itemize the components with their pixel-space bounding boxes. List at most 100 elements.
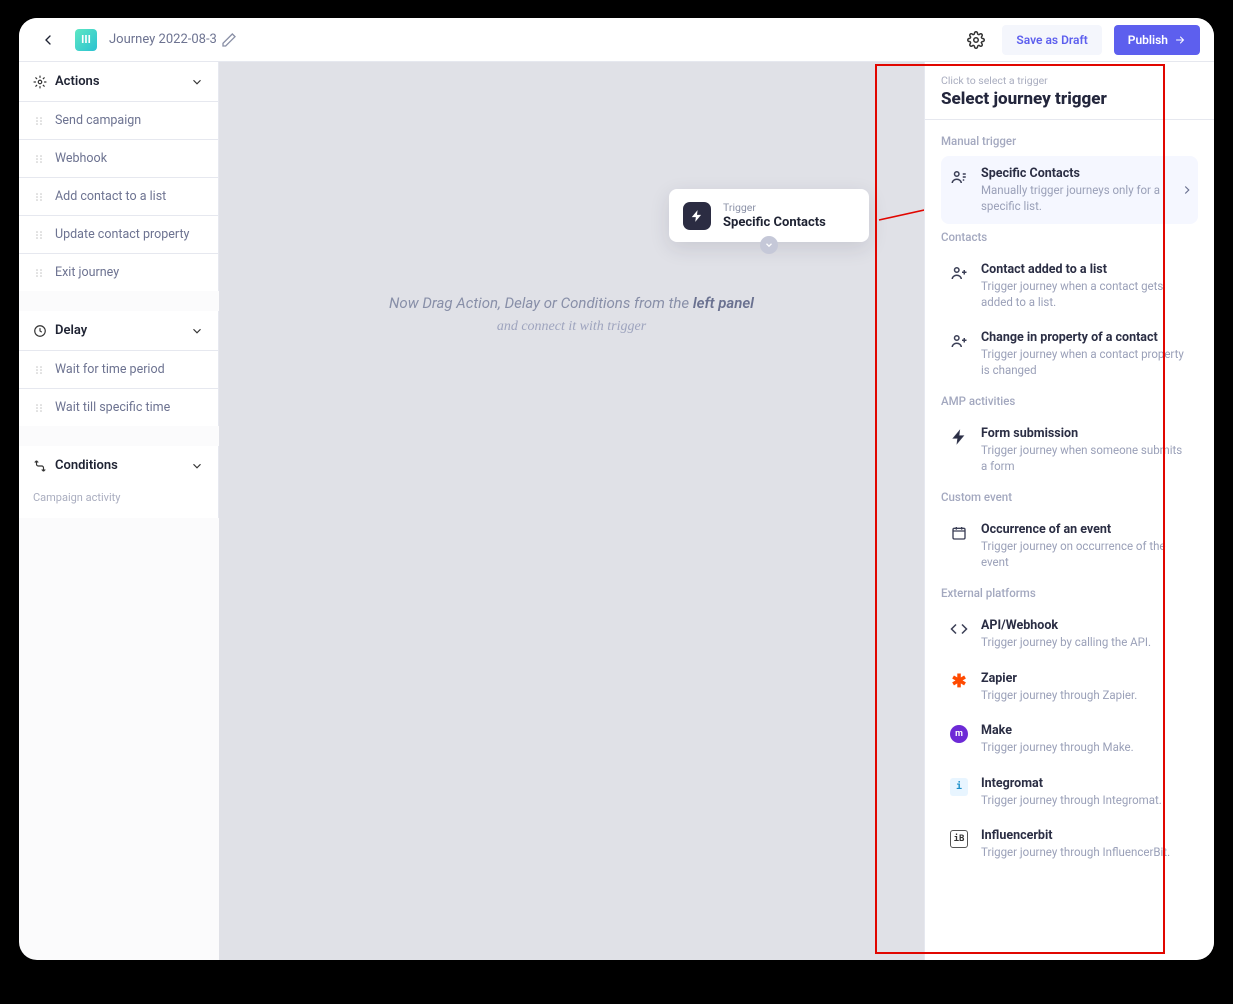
branch-icon	[33, 459, 47, 473]
drag-handle-icon	[33, 402, 45, 414]
calendar-icon	[949, 523, 969, 543]
trigger-option[interactable]: i Integromat Trigger journey through Integ…	[941, 766, 1198, 819]
node-output-port[interactable]	[760, 236, 778, 254]
trigger-node[interactable]: Trigger Specific Contacts	[669, 189, 869, 242]
trigger-option[interactable]: Change in property of a contact Trigger j…	[941, 320, 1198, 388]
section-actions-label: Actions	[55, 74, 100, 89]
conditions-subtext: Campaign activity	[19, 485, 218, 518]
trigger-group-label: Contacts	[941, 230, 1198, 244]
clock-icon	[33, 324, 47, 338]
left-panel: Actions Send campaign Webhook Add contact …	[19, 62, 219, 960]
trigger-option[interactable]: Specific ContactsManually trigger journe…	[941, 156, 1198, 224]
drag-handle-icon	[33, 191, 45, 203]
journey-name-text: Journey 2022-08-3	[109, 32, 217, 47]
trigger-option[interactable]: API/Webhook Trigger journey by calling th…	[941, 608, 1198, 661]
topbar: III Journey 2022-08-3 Save as Draft Publ…	[19, 18, 1214, 62]
trigger-option-title: Form submission	[981, 426, 1190, 441]
canvas-hint: Now Drag Action, Delay or Conditions fro…	[372, 294, 772, 335]
sidebar-item-label: Wait for time period	[55, 362, 165, 377]
trigger-option-title: Zapier	[981, 671, 1190, 686]
journey-name[interactable]: Journey 2022-08-3	[109, 32, 237, 48]
sidebar-item[interactable]: Add contact to a list	[19, 177, 218, 215]
publish-button[interactable]: Publish	[1114, 25, 1200, 55]
back-button[interactable]	[33, 25, 63, 55]
trigger-panel: Click to select a trigger Select journey…	[924, 62, 1214, 960]
drag-handle-icon	[33, 115, 45, 127]
trigger-option-title: Change in property of a contact	[981, 330, 1190, 345]
sidebar-item[interactable]: Send campaign	[19, 101, 218, 139]
trigger-option-desc: Trigger journey through Integromat.	[981, 793, 1190, 809]
journey-canvas[interactable]: Trigger Specific Contacts Now Drag Actio…	[219, 62, 924, 960]
trigger-option-title: Integromat	[981, 776, 1190, 791]
gear-icon	[967, 31, 985, 49]
trigger-option-desc: Trigger journey through Make.	[981, 740, 1190, 756]
trigger-option-desc: Manually trigger journeys only for a spe…	[981, 183, 1190, 214]
trigger-group-label: AMP activities	[941, 394, 1198, 408]
person-plus-icon	[949, 263, 969, 283]
influencerbit-icon: iB	[949, 829, 969, 849]
zapier-icon: ✱	[949, 672, 969, 692]
settings-button[interactable]	[962, 26, 990, 54]
section-conditions[interactable]: Conditions	[19, 446, 218, 485]
trigger-group-label: Custom event	[941, 490, 1198, 504]
trigger-option-desc: Trigger journey when someone submits a f…	[981, 443, 1190, 474]
section-delay[interactable]: Delay	[19, 311, 218, 350]
sidebar-item-label: Send campaign	[55, 113, 141, 128]
section-actions[interactable]: Actions	[19, 62, 218, 101]
sidebar-item[interactable]: Wait till specific time	[19, 388, 218, 426]
trigger-group-label: External platforms	[941, 586, 1198, 600]
code-icon	[949, 619, 969, 639]
sidebar-item[interactable]: Webhook	[19, 139, 218, 177]
trigger-option[interactable]: ✱ Zapier Trigger journey through Zapier.	[941, 661, 1198, 714]
drag-handle-icon	[33, 229, 45, 241]
chevron-down-icon	[190, 459, 204, 473]
trigger-option[interactable]: Contact added to a list Trigger journey w…	[941, 252, 1198, 320]
sidebar-item-label: Update contact property	[55, 227, 189, 242]
sidebar-item-label: Webhook	[55, 151, 107, 166]
sidebar-item-label: Add contact to a list	[55, 189, 166, 204]
trigger-option[interactable]: Form submission Trigger journey when some…	[941, 416, 1198, 484]
trigger-option-desc: Trigger journey by calling the API.	[981, 635, 1190, 651]
chevron-down-icon	[190, 75, 204, 89]
trigger-panel-crumb: Click to select a trigger	[941, 74, 1198, 87]
trigger-option[interactable]: m Make Trigger journey through Make.	[941, 713, 1198, 766]
trigger-option-title: API/Webhook	[981, 618, 1190, 633]
sidebar-item[interactable]: Exit journey	[19, 253, 218, 291]
trigger-option[interactable]: iB Influencerbit Trigger journey through I…	[941, 818, 1198, 871]
trigger-group-label: Manual trigger	[941, 134, 1198, 148]
sidebar-item[interactable]: Wait for time period	[19, 350, 218, 388]
sidebar-item-label: Exit journey	[55, 265, 119, 280]
trigger-eyebrow: Trigger	[723, 201, 826, 214]
section-delay-label: Delay	[55, 323, 87, 338]
person-plus-icon	[949, 331, 969, 351]
trigger-option-desc: Trigger journey through Zapier.	[981, 688, 1190, 704]
trigger-option-title: Make	[981, 723, 1190, 738]
chevron-right-icon	[1180, 183, 1194, 197]
bolt-icon	[683, 202, 711, 230]
sidebar-item-label: Wait till specific time	[55, 400, 170, 415]
trigger-title: Specific Contacts	[723, 215, 826, 230]
contacts-icon	[949, 167, 969, 187]
publish-label: Publish	[1128, 33, 1168, 47]
trigger-panel-title: Select journey trigger	[941, 89, 1198, 109]
make-icon: m	[949, 724, 969, 744]
pencil-icon	[221, 32, 237, 48]
chevron-down-icon	[190, 324, 204, 338]
publish-icon	[1174, 34, 1186, 46]
sidebar-item[interactable]: Update contact property	[19, 215, 218, 253]
drag-handle-icon	[33, 267, 45, 279]
trigger-option-title: Influencerbit	[981, 828, 1190, 843]
trigger-option-desc: Trigger journey when a contact gets adde…	[981, 279, 1190, 310]
section-conditions-label: Conditions	[55, 458, 118, 473]
trigger-option-desc: Trigger journey through InfluencerBit.	[981, 845, 1190, 861]
trigger-option-desc: Trigger journey when a contact property …	[981, 347, 1190, 378]
drag-handle-icon	[33, 364, 45, 376]
gear-icon	[33, 75, 47, 89]
trigger-option-title: Contact added to a list	[981, 262, 1190, 277]
save-draft-button[interactable]: Save as Draft	[1002, 25, 1101, 55]
trigger-option[interactable]: Occurrence of an eventTrigger journey on…	[941, 512, 1198, 580]
bolt-icon	[949, 427, 969, 447]
annotation-arrow	[874, 170, 924, 230]
trigger-option-desc: Trigger journey on occurrence of the eve…	[981, 539, 1190, 570]
integromat-icon: i	[949, 777, 969, 797]
